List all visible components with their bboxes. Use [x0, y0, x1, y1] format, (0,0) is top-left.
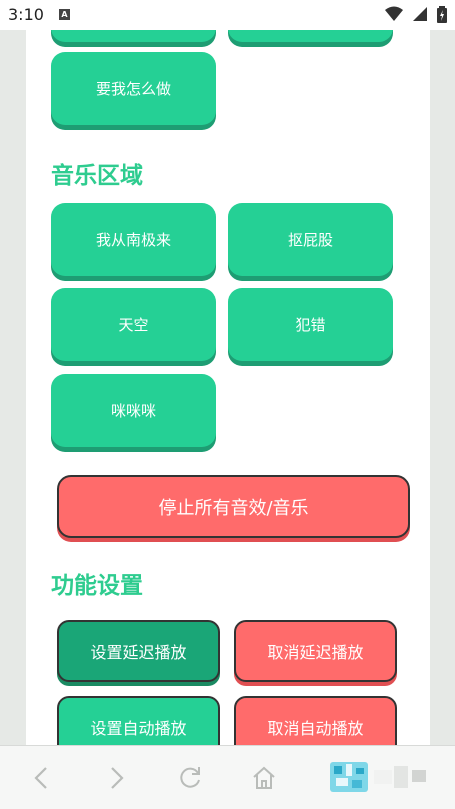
left-margin	[0, 30, 26, 745]
back-icon	[34, 767, 47, 789]
set-delay-button[interactable]: 设置延迟播放	[57, 620, 220, 682]
refresh-icon	[180, 767, 200, 788]
status-icons	[381, 6, 447, 25]
qr-overlay-icon[interactable]	[330, 760, 430, 794]
wifi-icon	[384, 6, 403, 21]
content-card: 要我怎么做 音乐区域 我从南极来 抠屁股 天空 犯错 咪咪咪 停止所有音效/音乐…	[26, 30, 430, 745]
signal-icon	[412, 7, 427, 21]
partial-top-right-button[interactable]	[228, 30, 393, 42]
cancel-auto-button[interactable]: 取消自动播放	[234, 696, 397, 745]
make-me-do-button[interactable]: 要我怎么做	[51, 52, 216, 125]
forward-button[interactable]	[98, 760, 134, 796]
status-time: 3:10	[8, 5, 44, 24]
back-button[interactable]	[24, 760, 60, 796]
right-margin	[430, 30, 455, 745]
music-button-1[interactable]: 我从南极来	[51, 203, 216, 276]
refresh-button[interactable]	[172, 760, 208, 796]
status-bar: 3:10 A	[0, 0, 455, 30]
stop-all-button[interactable]: 停止所有音效/音乐	[57, 475, 410, 538]
music-section-title: 音乐区域	[51, 163, 143, 189]
notification-a-icon: A	[59, 9, 70, 20]
music-button-5[interactable]: 咪咪咪	[51, 374, 216, 447]
music-button-2[interactable]: 抠屁股	[228, 203, 393, 276]
set-auto-button[interactable]: 设置自动播放	[57, 696, 220, 745]
home-icon	[253, 766, 275, 789]
forward-icon	[111, 767, 124, 789]
cancel-delay-button[interactable]: 取消延迟播放	[234, 620, 397, 682]
battery-icon	[437, 6, 447, 23]
home-button[interactable]	[246, 760, 282, 796]
music-button-4[interactable]: 犯错	[228, 288, 393, 361]
settings-section-title: 功能设置	[51, 573, 143, 599]
partial-top-left-button[interactable]	[51, 30, 216, 42]
music-button-3[interactable]: 天空	[51, 288, 216, 361]
